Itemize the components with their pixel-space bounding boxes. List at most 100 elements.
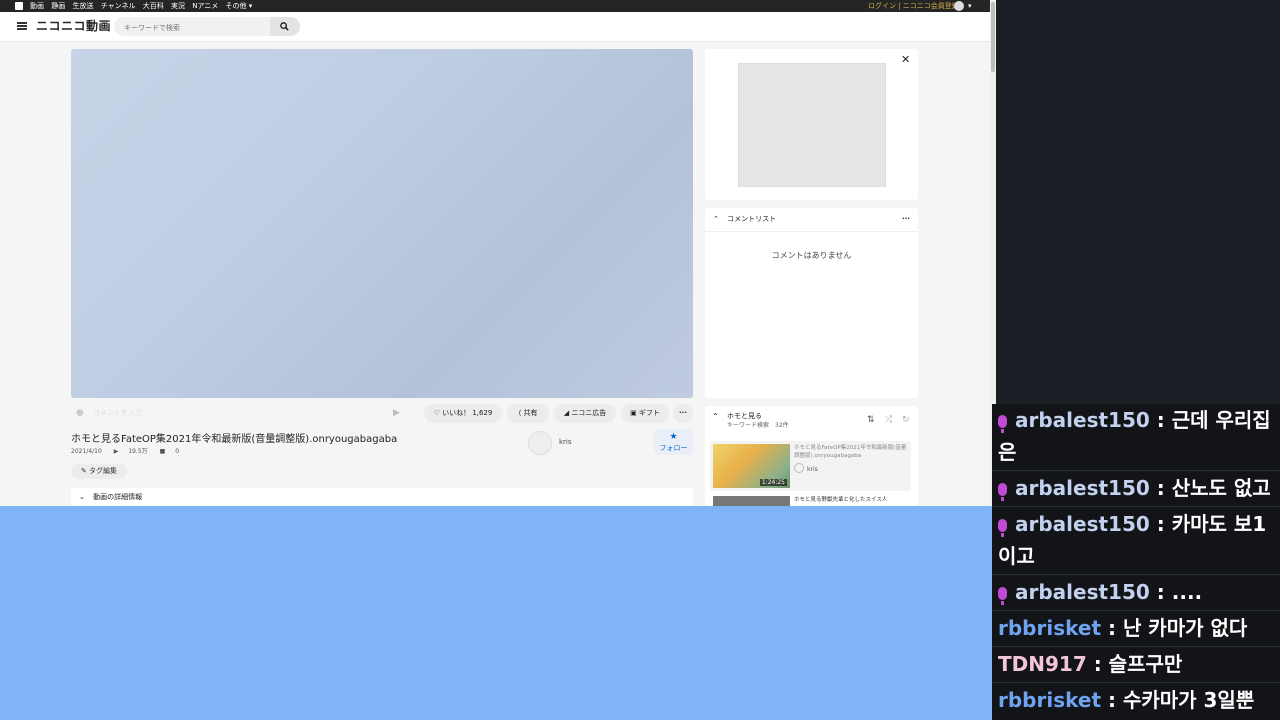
microphone-icon	[998, 415, 1007, 433]
playlist-item[interactable]: ホモと見る野獣先輩と化したスイス人	[710, 494, 911, 506]
divider	[992, 610, 1280, 611]
divider	[992, 574, 1280, 575]
microphone-icon	[998, 519, 1007, 537]
share-label: 共有	[523, 409, 538, 417]
like-button[interactable]: ♡ いいね！ 1,629	[424, 404, 502, 423]
top-link-live[interactable]: 生放送	[72, 2, 93, 10]
follow-label: フォロー	[659, 444, 688, 452]
search-input[interactable]	[122, 17, 276, 38]
top-link-video[interactable]: 動画	[30, 2, 44, 10]
divider	[992, 506, 1280, 507]
follow-button[interactable]: ★ フォロー	[654, 429, 693, 455]
chat-username: arbalest150	[1015, 408, 1150, 432]
chat-message: rbbrisket : 난 카마가 없다	[992, 612, 1280, 644]
chat-message: arbalest150 : 근데 우리집은	[992, 404, 1280, 468]
avatar	[794, 463, 804, 473]
menu-icon[interactable]	[17, 22, 27, 30]
view-count: 19.5万	[128, 448, 148, 455]
chevron-down-icon[interactable]: ▾	[968, 0, 972, 12]
megaphone-icon: ◢	[563, 409, 570, 417]
top-navigation-bar: 動画 静画 生放送 チャンネル 大百科 実況 Nアニメ その他 ▾ ログイン |…	[0, 0, 990, 12]
top-links: 動画 静画 生放送 チャンネル 大百科 実況 Nアニメ その他 ▾	[30, 0, 257, 12]
comment-list-header[interactable]: ⌃ コメントリスト ···	[705, 208, 918, 232]
site-header: ニコニコ動画	[0, 12, 990, 42]
video-details-toggle[interactable]: ⌄ 動画の詳細情報	[71, 488, 693, 506]
tag-edit-button[interactable]: ✎ タグ編集	[71, 464, 127, 479]
avatar[interactable]	[954, 1, 964, 11]
comment-count: 0	[175, 448, 180, 455]
play-icon: ▶	[113, 448, 119, 455]
chat-username: TDN917	[998, 652, 1087, 676]
video-player[interactable]	[71, 49, 693, 398]
palette-icon[interactable]: ●	[76, 408, 84, 418]
like-label: いいね！ 1,629	[442, 409, 493, 417]
tag-edit-label: タグ編集	[89, 467, 118, 475]
scrollbar-thumb[interactable]	[991, 2, 995, 72]
empty-comments-message: コメントはありません	[771, 251, 852, 260]
comment-input[interactable]: コメントを入力	[93, 408, 383, 418]
nicoad-button[interactable]: ◢ ニコニ広告	[554, 404, 616, 423]
duration-badge: 1:24:25	[759, 479, 787, 486]
heart-icon: ♡	[433, 409, 440, 417]
top-link-jikkyo[interactable]: 実況	[171, 2, 185, 10]
playlist-item[interactable]: 1:24:25 ホモと見るFateOP集2021年令和最新版(音量調整版).on…	[710, 441, 911, 491]
uploader-avatar[interactable]	[528, 431, 552, 455]
comment-icon: ■	[159, 448, 166, 455]
sort-icon[interactable]: ⇅	[867, 415, 875, 425]
niconico-icon[interactable]	[15, 2, 23, 10]
close-icon[interactable]: ✕	[901, 53, 910, 66]
ad-panel: ✕	[705, 49, 918, 200]
video-thumbnail	[713, 496, 790, 506]
video-thumbnail: 1:24:25	[713, 444, 790, 488]
playlist-subtitle: キーワード検索 32件	[727, 422, 789, 429]
more-button[interactable]: ···	[673, 404, 693, 423]
details-label: 動画の詳細情報	[93, 493, 143, 501]
chevron-up-icon: ⌃	[713, 215, 719, 223]
comment-list-title: コメントリスト	[727, 215, 777, 223]
uploader-name[interactable]: kris	[559, 438, 572, 446]
chat-text: : 난 카마가 없다	[1107, 616, 1248, 640]
share-button[interactable]: ⟨ 共有	[507, 404, 549, 423]
top-link-anime[interactable]: Nアニメ	[192, 2, 218, 10]
top-link-channel[interactable]: チャンネル	[101, 2, 136, 10]
gift-label: ギフト	[638, 409, 660, 417]
overlay-area	[0, 506, 992, 720]
comment-list-panel: ⌃ コメントリスト ··· コメントはありません	[705, 208, 918, 398]
search-button[interactable]	[270, 17, 300, 36]
top-link-dic[interactable]: 大百科	[143, 2, 164, 10]
chat-text: : ....	[1156, 580, 1203, 604]
video-meta: 2021/4/10 ▶ 19.5万 ■ 0	[71, 446, 189, 455]
chat-message: TDN917 : 슬프구만	[992, 648, 1280, 680]
site-logo[interactable]: ニコニコ動画	[36, 17, 111, 34]
login-link[interactable]: ログイン | ニコニコ会員登録	[868, 0, 959, 12]
shuffle-icon[interactable]: ⤮	[885, 415, 892, 425]
chat-username: rbbrisket	[998, 616, 1102, 640]
edit-icon: ✎	[80, 467, 87, 475]
search-box	[114, 17, 300, 38]
top-link-more[interactable]: その他 ▾	[226, 2, 253, 10]
upload-date: 2021/4/10	[71, 448, 102, 455]
playlist-panel: ⌃ ホモと見る キーワード検索 32件 ⇅ ⤮ ↻ 1:24:25 ホモと見るF…	[705, 406, 918, 506]
stream-side-panel	[996, 0, 1280, 404]
share-icon: ⟨	[518, 409, 522, 417]
chevron-up-icon[interactable]: ⌃	[712, 412, 719, 421]
search-icon	[280, 22, 289, 31]
ad-placeholder	[738, 63, 886, 187]
divider	[992, 646, 1280, 647]
nicoad-label: ニコニ広告	[571, 409, 607, 417]
gift-button[interactable]: ▣ ギフト	[621, 404, 669, 423]
chat-username: arbalest150	[1015, 580, 1150, 604]
chat-overlay: arbalest150 : 근데 우리집은 arbalest150 : 산노도 …	[992, 404, 1280, 720]
chat-message: arbalest150 : 카마도 보1이고	[992, 508, 1280, 572]
more-icon[interactable]: ···	[902, 208, 910, 230]
top-link-seiga[interactable]: 静画	[51, 2, 65, 10]
chat-message: arbalest150 : 산노도 없고	[992, 472, 1280, 504]
video-title: ホモと見るFateOP集2021年令和最新版(音量調整版).onryougaba…	[71, 434, 398, 445]
playlist-item-title: ホモと見る野獣先輩と化したスイス人	[794, 497, 888, 503]
owner-name: kris	[807, 466, 818, 473]
repeat-icon[interactable]: ↻	[902, 415, 910, 425]
send-icon[interactable]: ▶	[393, 408, 400, 418]
star-icon: ★	[669, 432, 678, 442]
playlist-item-owner: kris	[794, 463, 818, 473]
chevron-down-icon: ⌄	[79, 493, 85, 501]
